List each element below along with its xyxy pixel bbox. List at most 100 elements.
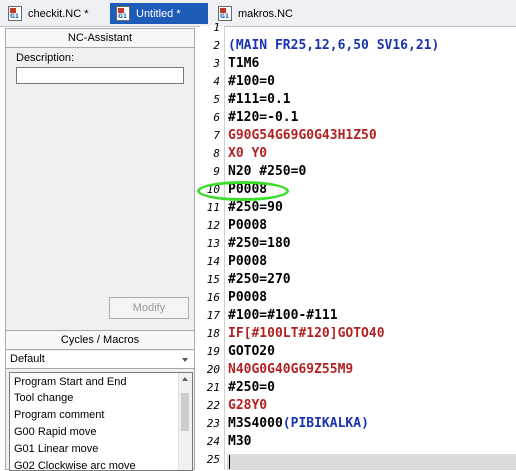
line-number: 1 (213, 21, 220, 34)
tab-untitled[interactable]: Untitled * (110, 3, 208, 24)
code-text: N40G0G40G69Z55M9 (228, 362, 354, 377)
code-text: GOTO20 (228, 344, 275, 359)
list-item[interactable]: G02 Clockwise arc move (14, 459, 136, 470)
list-item[interactable]: Program Start and End (14, 375, 127, 389)
scroll-up-icon[interactable] (182, 377, 188, 381)
tab-checkit[interactable]: checkit.NC * (2, 3, 106, 24)
code-line[interactable]: #250=0 (228, 379, 275, 397)
text-caret (229, 455, 230, 469)
code-line[interactable]: P0008 (228, 253, 267, 271)
code-text: IF[#100LT#120]GOTO40 (228, 326, 385, 341)
line-number: 16 (206, 291, 220, 304)
line-number: 23 (206, 417, 220, 430)
tab-label: checkit.NC * (28, 7, 89, 20)
line-number: 24 (206, 435, 220, 448)
line-number: 15 (206, 273, 220, 286)
code-line[interactable]: P0008 (228, 289, 267, 307)
line-number: 11 (206, 201, 220, 214)
code-text: P0008 (228, 218, 268, 233)
code-line[interactable]: G90G54G69G0G43H1Z50 (228, 127, 377, 145)
highlight-annotation-circle (197, 181, 289, 201)
code-text: N20 #250=0 (228, 164, 307, 179)
tab-label: makros.NC (238, 7, 294, 20)
tab-label: Untitled * (136, 7, 181, 20)
line-number: 17 (206, 309, 220, 322)
description-input[interactable] (16, 67, 184, 84)
nc-file-icon (116, 6, 130, 21)
macro-set-value: Default (10, 353, 45, 365)
code-text: #100=#100-#111 (228, 308, 338, 323)
code-text: M3S4000 (228, 416, 283, 431)
code-text: P0008 (228, 254, 268, 269)
code-text: G90G54G69G0G43H1Z50 (228, 128, 377, 143)
code-line[interactable]: M30 (228, 433, 251, 451)
code-line[interactable]: N40G0G40G69Z55M9 (228, 361, 353, 379)
code-text: #250=180 (228, 236, 291, 251)
line-number: 13 (206, 237, 220, 250)
nc-assistant-panel: NC-Assistant Description: Modify Cycles … (5, 28, 195, 471)
description-label: Description: (16, 52, 75, 64)
code-line[interactable]: GOTO20 (228, 343, 275, 361)
code-line[interactable]: G28Y0 (228, 397, 267, 415)
code-line[interactable]: N20 #250=0 (228, 163, 306, 181)
code-text: #100=0 (228, 74, 275, 89)
line-number: 8 (213, 147, 220, 160)
list-item[interactable]: Tool change (14, 391, 73, 405)
code-line[interactable]: #250=90 (228, 199, 283, 217)
macro-list: Program Start and End Tool change Progra… (9, 372, 193, 471)
line-number: 22 (206, 399, 220, 412)
code-text: P0008 (228, 290, 268, 305)
code-line[interactable]: #111=0.1 (228, 91, 291, 109)
code-text: #111=0.1 (228, 92, 291, 107)
line-number: 14 (206, 255, 220, 268)
code-line[interactable]: (MAIN FR25,12,6,50 SV16,21) (228, 37, 439, 55)
code-line[interactable]: P0008 (228, 217, 267, 235)
nc-assistant-title: NC-Assistant (6, 29, 194, 48)
code-comment: (PIBIKALKA) (282, 416, 369, 431)
line-number: 12 (206, 219, 220, 232)
line-number: 2 (213, 39, 220, 52)
code-line[interactable]: #250=180 (228, 235, 291, 253)
line-number: 4 (213, 75, 220, 88)
code-text: #250=90 (228, 200, 283, 215)
list-item[interactable]: Program comment (14, 408, 104, 422)
code-line[interactable]: T1M6 (228, 55, 259, 73)
document-tab-bar: checkit.NC * Untitled * makros.NC (0, 0, 516, 27)
code-text: #250=0 (228, 380, 275, 395)
code-line[interactable]: #120=-0.1 (228, 109, 298, 127)
current-line-highlight (227, 454, 516, 470)
code-line[interactable]: IF[#100LT#120]GOTO40 (228, 325, 385, 343)
code-text: G28Y0 (228, 398, 268, 413)
line-number: 20 (206, 363, 220, 376)
code-line[interactable]: #250=270 (228, 271, 291, 289)
tab-makros[interactable]: makros.NC (212, 3, 322, 24)
chevron-down-icon[interactable] (182, 358, 188, 362)
line-number-gutter: 1 2 3 4 5 6 7 8 9 10 11 12 13 14 15 16 17 18 19 20 21 22 23 24 2… (200, 21, 225, 470)
line-number: 25 (206, 453, 220, 466)
code-line[interactable]: X0 Y0 (228, 145, 267, 163)
code-text: #120=-0.1 (228, 110, 299, 125)
nc-file-icon (8, 6, 22, 21)
code-line[interactable]: #100=0 (228, 73, 275, 91)
list-item[interactable]: G00 Rapid move (14, 425, 97, 439)
line-number: 7 (213, 129, 220, 142)
code-text: #250=270 (228, 272, 291, 287)
scrollbar-thumb[interactable] (181, 393, 189, 431)
code-text: M30 (228, 434, 252, 449)
line-number: 3 (213, 57, 220, 70)
line-number: 5 (213, 93, 220, 106)
macro-list-scrollbar[interactable] (178, 373, 192, 470)
code-text: X0 Y0 (228, 146, 268, 161)
modify-button[interactable]: Modify (109, 297, 189, 319)
line-number: 6 (213, 111, 220, 124)
line-number: 18 (206, 327, 220, 340)
code-text: (MAIN FR25,12,6,50 SV16,21) (228, 38, 440, 53)
line-number: 21 (206, 381, 220, 394)
list-item[interactable]: G01 Linear move (14, 442, 98, 456)
cycles-macros-title: Cycles / Macros (6, 330, 194, 350)
line-number: 9 (213, 165, 220, 178)
nc-file-icon (218, 6, 232, 21)
code-line[interactable]: #100=#100-#111 (228, 307, 338, 325)
macro-set-dropdown[interactable]: Default (6, 351, 194, 369)
code-line[interactable]: M3S4000(PIBIKALKA) (228, 415, 369, 433)
